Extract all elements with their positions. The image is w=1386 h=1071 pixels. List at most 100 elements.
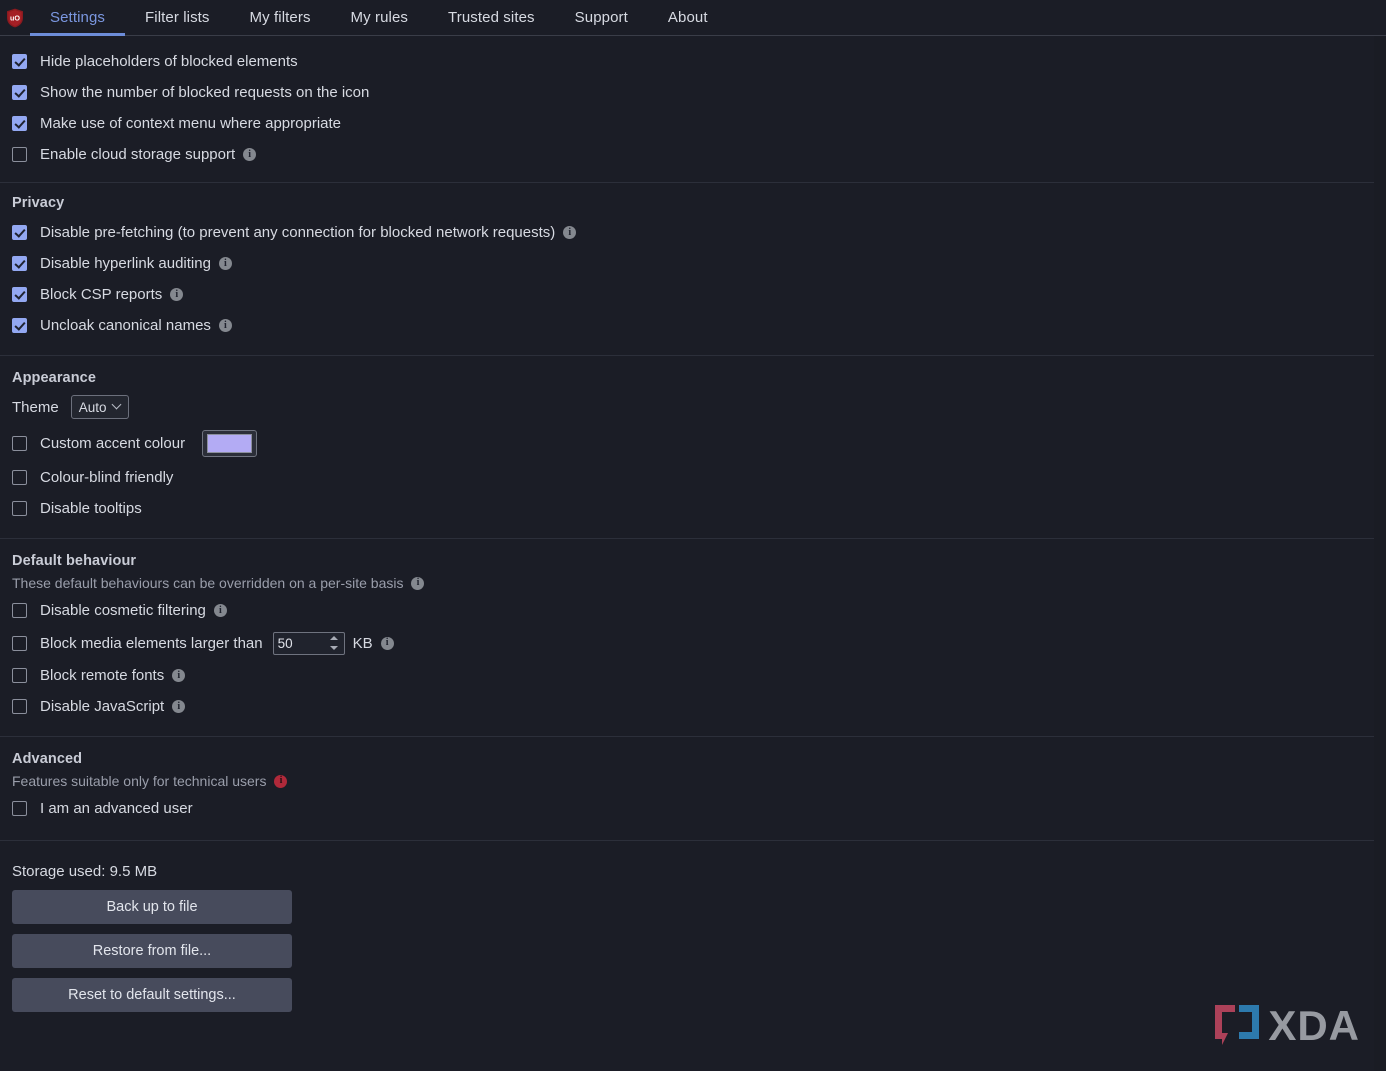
option-block-media-elements[interactable]: Block media elements larger than 50 KB i <box>0 626 1386 660</box>
stepper-down-icon[interactable] <box>329 646 338 650</box>
appearance-section: Appearance Theme Auto Custom accent colo… <box>0 356 1386 539</box>
advanced-section: Advanced Features suitable only for tech… <box>0 737 1386 841</box>
tab-settings-label: Settings <box>50 9 105 26</box>
hide-placeholders-label: Hide placeholders of blocked elements <box>40 53 298 70</box>
block-csp-reports-checkbox[interactable] <box>12 287 27 302</box>
uncloak-canonical-names-checkbox[interactable] <box>12 318 27 333</box>
show-blocked-count-label: Show the number of blocked requests on t… <box>40 84 370 101</box>
option-disable-cosmetic-filtering[interactable]: Disable cosmetic filtering i <box>0 595 1386 626</box>
block-media-size-value: 50 <box>277 635 293 651</box>
theme-select[interactable]: Auto <box>70 395 130 419</box>
custom-accent-colour-checkbox[interactable] <box>12 435 27 451</box>
option-hide-placeholders[interactable]: Hide placeholders of blocked elements <box>0 46 1386 77</box>
block-media-size-stepper[interactable] <box>329 636 339 650</box>
ublock-shield-icon: uO <box>7 8 23 27</box>
disable-prefetching-info-icon[interactable]: i <box>563 226 577 239</box>
block-media-elements-info-icon[interactable]: i <box>380 636 394 650</box>
disable-cosmetic-filtering-info-icon[interactable]: i <box>213 604 227 617</box>
colour-blind-friendly-label: Colour-blind friendly <box>40 469 174 486</box>
stepper-up-icon[interactable] <box>329 636 338 640</box>
block-csp-reports-info-icon[interactable]: i <box>170 288 184 301</box>
option-colour-blind-friendly[interactable]: Colour-blind friendly <box>0 462 1386 493</box>
cloud-storage-info-icon[interactable]: i <box>243 148 257 161</box>
chevron-down-icon <box>113 401 122 410</box>
disable-cosmetic-filtering-checkbox[interactable] <box>12 603 27 618</box>
option-show-blocked-count[interactable]: Show the number of blocked requests on t… <box>0 77 1386 108</box>
option-disable-tooltips[interactable]: Disable tooltips <box>0 493 1386 524</box>
accent-colour-swatch <box>207 433 253 453</box>
default-behaviour-section: Default behaviour These default behaviou… <box>0 539 1386 737</box>
tab-my-rules-label: My rules <box>350 9 409 26</box>
advanced-note-text: Features suitable only for technical use… <box>12 773 267 789</box>
ublock-logo: uO <box>0 0 30 35</box>
default-behaviour-section-title: Default behaviour <box>12 553 137 569</box>
tab-filter-lists[interactable]: Filter lists <box>125 0 230 35</box>
block-remote-fonts-checkbox[interactable] <box>12 668 27 683</box>
accent-colour-picker[interactable] <box>202 429 258 457</box>
block-media-elements-checkbox[interactable] <box>12 635 27 651</box>
hide-placeholders-checkbox[interactable] <box>12 54 27 69</box>
block-remote-fonts-info-icon[interactable]: i <box>172 669 186 682</box>
advanced-section-title: Advanced <box>12 751 83 767</box>
tab-about-label: About <box>667 9 708 26</box>
disable-javascript-checkbox[interactable] <box>12 699 27 714</box>
tab-trusted-sites[interactable]: Trusted sites <box>428 0 555 35</box>
advanced-note-warning-icon[interactable]: i <box>274 774 288 788</box>
disable-javascript-info-icon[interactable]: i <box>172 700 186 713</box>
disable-prefetching-checkbox[interactable] <box>12 225 27 240</box>
option-custom-accent-colour[interactable]: Custom accent colour <box>0 424 1386 462</box>
disable-hyperlink-auditing-label: Disable hyperlink auditing <box>40 255 211 272</box>
option-disable-prefetching[interactable]: Disable pre-fetching (to prevent any con… <box>0 217 1386 248</box>
show-blocked-count-checkbox[interactable] <box>12 85 27 100</box>
option-advanced-user[interactable]: I am an advanced user <box>0 793 1386 824</box>
privacy-section-title: Privacy <box>12 195 65 211</box>
advanced-user-checkbox[interactable] <box>12 801 27 816</box>
cloud-storage-label: Enable cloud storage support <box>40 146 236 163</box>
tab-settings[interactable]: Settings <box>30 0 125 36</box>
xda-wordmark: XDA <box>1268 1002 1360 1049</box>
tab-filter-lists-label: Filter lists <box>145 9 210 26</box>
default-behaviour-note-info-icon[interactable]: i <box>411 576 425 590</box>
cloud-storage-checkbox[interactable] <box>12 147 27 162</box>
page-scrollbar[interactable] <box>1374 36 1386 1071</box>
reset-to-default-settings-button[interactable]: Reset to default settings... <box>12 978 292 1012</box>
settings-page: Hide placeholders of blocked elements Sh… <box>0 36 1386 1071</box>
restore-from-file-button[interactable]: Restore from file... <box>12 934 292 968</box>
tab-support[interactable]: Support <box>555 0 648 35</box>
disable-javascript-label: Disable JavaScript <box>40 698 165 715</box>
back-up-to-file-button[interactable]: Back up to file <box>12 890 292 924</box>
default-behaviour-note-text: These default behaviours can be overridd… <box>12 575 404 591</box>
tab-support-label: Support <box>574 9 628 26</box>
option-disable-javascript[interactable]: Disable JavaScript i <box>0 691 1386 722</box>
advanced-note: Features suitable only for technical use… <box>0 773 1386 789</box>
theme-row: Theme Auto <box>0 390 1386 424</box>
tab-about[interactable]: About <box>648 0 728 35</box>
option-block-remote-fonts[interactable]: Block remote fonts i <box>0 660 1386 691</box>
disable-hyperlink-auditing-info-icon[interactable]: i <box>218 257 232 270</box>
disable-hyperlink-auditing-checkbox[interactable] <box>12 256 27 271</box>
disable-cosmetic-filtering-label: Disable cosmetic filtering <box>40 602 206 619</box>
disable-tooltips-checkbox[interactable] <box>12 501 27 516</box>
option-cloud-storage[interactable]: Enable cloud storage support i <box>0 139 1386 170</box>
context-menu-checkbox[interactable] <box>12 116 27 131</box>
storage-used-text: Storage used: 9.5 MB <box>12 863 158 880</box>
appearance-section-title: Appearance <box>12 370 97 386</box>
general-section: Hide placeholders of blocked elements Sh… <box>0 36 1386 183</box>
tab-my-rules[interactable]: My rules <box>331 0 428 35</box>
tab-trusted-sites-label: Trusted sites <box>448 9 535 26</box>
svg-text:uO: uO <box>10 13 20 22</box>
context-menu-label: Make use of context menu where appropria… <box>40 115 342 132</box>
option-block-csp-reports[interactable]: Block CSP reports i <box>0 279 1386 310</box>
tab-my-filters-label: My filters <box>249 9 311 26</box>
theme-label: Theme <box>12 398 59 416</box>
option-uncloak-canonical-names[interactable]: Uncloak canonical names i <box>0 310 1386 341</box>
colour-blind-friendly-checkbox[interactable] <box>12 470 27 485</box>
tab-my-filters[interactable]: My filters <box>230 0 331 35</box>
backup-section: Storage used: 9.5 MB Back up to file Res… <box>0 841 1386 1036</box>
option-disable-hyperlink-auditing[interactable]: Disable hyperlink auditing i <box>0 248 1386 279</box>
privacy-section: Privacy Disable pre-fetching (to prevent… <box>0 183 1386 356</box>
uncloak-canonical-names-info-icon[interactable]: i <box>218 319 232 332</box>
block-media-elements-label: Block media elements larger than <box>40 634 263 652</box>
option-context-menu[interactable]: Make use of context menu where appropria… <box>0 108 1386 139</box>
block-media-size-input[interactable]: 50 <box>272 631 345 655</box>
